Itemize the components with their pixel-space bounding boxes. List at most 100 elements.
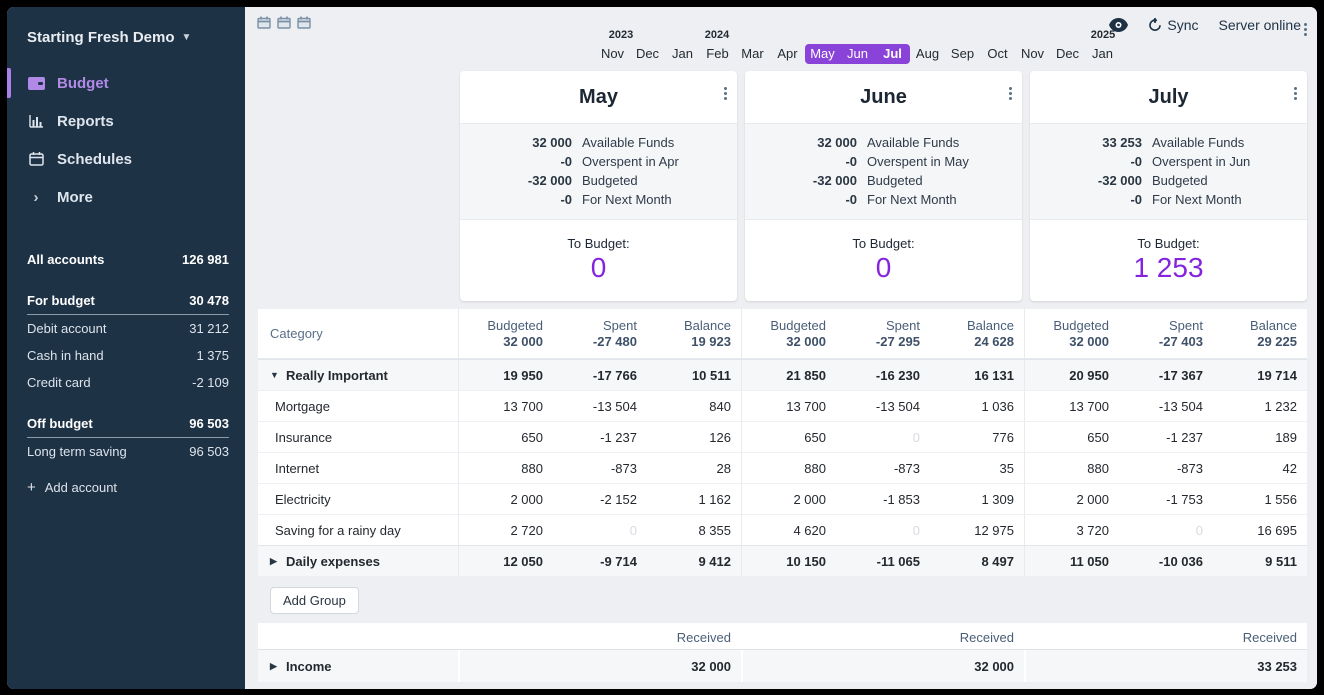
balance-cell[interactable]: 19 714 bbox=[1213, 360, 1307, 390]
sidebar-item-all-accounts[interactable]: All accounts 126 981 bbox=[27, 246, 229, 273]
spent-cell[interactable]: -1 237 bbox=[553, 422, 647, 452]
spent-cell[interactable]: -873 bbox=[836, 453, 930, 483]
budgeted-cell[interactable]: 650 bbox=[1025, 422, 1119, 452]
spent-cell[interactable]: -2 152 bbox=[553, 484, 647, 514]
category-name[interactable]: Insurance bbox=[275, 430, 332, 445]
expand-icon[interactable]: ▼ bbox=[270, 370, 279, 380]
account-row[interactable]: Cash in hand 1 375 bbox=[27, 342, 229, 369]
account-row[interactable]: Long term saving 96 503 bbox=[27, 438, 229, 465]
budgeted-cell[interactable]: 13 700 bbox=[1025, 391, 1119, 421]
server-status[interactable]: Server online bbox=[1219, 17, 1302, 33]
month-menu-icon[interactable] bbox=[724, 87, 727, 100]
balance-cell[interactable]: 1 309 bbox=[930, 484, 1024, 514]
month-strip-item-may-6[interactable]: May bbox=[805, 44, 840, 64]
income-group-label[interactable]: Income bbox=[286, 659, 332, 674]
month-strip-item-dec-13[interactable]: Dec bbox=[1050, 44, 1085, 64]
spent-cell[interactable]: 0 bbox=[836, 515, 930, 545]
balance-cell[interactable]: 16 695 bbox=[1213, 515, 1307, 545]
month-strip-item-dec-1[interactable]: Dec bbox=[630, 44, 665, 64]
budgeted-cell[interactable]: 2 720 bbox=[459, 515, 553, 545]
balance-cell[interactable]: 42 bbox=[1213, 453, 1307, 483]
budgeted-cell[interactable]: 11 050 bbox=[1025, 546, 1119, 576]
spent-cell[interactable]: -873 bbox=[1119, 453, 1213, 483]
privacy-eye-icon[interactable] bbox=[1109, 18, 1128, 32]
category-name[interactable]: Daily expenses bbox=[286, 554, 380, 569]
budgeted-cell[interactable]: 20 950 bbox=[1025, 360, 1119, 390]
balance-cell[interactable]: 12 975 bbox=[930, 515, 1024, 545]
balance-cell[interactable]: 776 bbox=[930, 422, 1024, 452]
sidebar-item-reports[interactable]: Reports bbox=[27, 102, 229, 140]
month-menu-icon[interactable] bbox=[1009, 87, 1012, 100]
spent-cell[interactable]: -1 237 bbox=[1119, 422, 1213, 452]
spent-cell[interactable]: -17 367 bbox=[1119, 360, 1213, 390]
budgeted-cell[interactable]: 880 bbox=[1025, 453, 1119, 483]
balance-cell[interactable]: 1 036 bbox=[930, 391, 1024, 421]
spent-cell[interactable]: -9 714 bbox=[553, 546, 647, 576]
budgeted-cell[interactable]: 880 bbox=[459, 453, 553, 483]
balance-cell[interactable]: 9 511 bbox=[1213, 546, 1307, 576]
month-strip-item-jan-14[interactable]: Jan bbox=[1085, 44, 1120, 64]
category-name[interactable]: Saving for a rainy day bbox=[275, 523, 401, 538]
to-budget-amount[interactable]: 0 bbox=[745, 253, 1022, 283]
month-strip-item-oct-11[interactable]: Oct bbox=[980, 44, 1015, 64]
balance-cell[interactable]: 35 bbox=[930, 453, 1024, 483]
spent-cell[interactable]: -17 766 bbox=[553, 360, 647, 390]
spent-cell[interactable]: -13 504 bbox=[1119, 391, 1213, 421]
month-view-icon-1[interactable] bbox=[257, 16, 271, 29]
spent-cell[interactable]: -13 504 bbox=[836, 391, 930, 421]
account-group-header[interactable]: Off budget96 503 bbox=[27, 410, 229, 438]
budgeted-cell[interactable]: 12 050 bbox=[459, 546, 553, 576]
month-strip-item-mar-4[interactable]: Mar bbox=[735, 44, 770, 64]
budgeted-cell[interactable]: 2 000 bbox=[459, 484, 553, 514]
spent-cell[interactable]: 0 bbox=[553, 515, 647, 545]
balance-cell[interactable]: 28 bbox=[647, 453, 741, 483]
balance-cell[interactable]: 8 497 bbox=[930, 546, 1024, 576]
spent-cell[interactable]: 0 bbox=[1119, 515, 1213, 545]
budgeted-cell[interactable]: 10 150 bbox=[742, 546, 836, 576]
spent-cell[interactable]: -1 753 bbox=[1119, 484, 1213, 514]
month-strip-item-sep-10[interactable]: Sep bbox=[945, 44, 980, 64]
month-strip-item-aug-9[interactable]: Aug bbox=[910, 44, 945, 64]
expand-icon[interactable]: ▶ bbox=[270, 661, 279, 672]
spent-cell[interactable]: -16 230 bbox=[836, 360, 930, 390]
spent-cell[interactable]: -1 853 bbox=[836, 484, 930, 514]
month-view-icon-2[interactable] bbox=[277, 16, 291, 29]
balance-cell[interactable]: 1 232 bbox=[1213, 391, 1307, 421]
category-name[interactable]: Electricity bbox=[275, 492, 331, 507]
category-name[interactable]: Internet bbox=[275, 461, 319, 476]
spent-cell[interactable]: -873 bbox=[553, 453, 647, 483]
budgeted-cell[interactable]: 4 620 bbox=[742, 515, 836, 545]
category-menu-icon[interactable] bbox=[1304, 23, 1307, 36]
month-strip-item-nov-0[interactable]: Nov bbox=[595, 44, 630, 64]
account-group-header[interactable]: For budget30 478 bbox=[27, 287, 229, 315]
sync-button[interactable]: Sync bbox=[1148, 17, 1198, 33]
account-row[interactable]: Credit card -2 109 bbox=[27, 369, 229, 396]
month-strip-item-nov-12[interactable]: Nov bbox=[1015, 44, 1050, 64]
month-view-icon-3[interactable] bbox=[297, 16, 311, 29]
budgeted-cell[interactable]: 650 bbox=[459, 422, 553, 452]
expand-icon[interactable]: ▶ bbox=[270, 556, 279, 567]
budgeted-cell[interactable]: 13 700 bbox=[742, 391, 836, 421]
budgeted-cell[interactable]: 19 950 bbox=[459, 360, 553, 390]
balance-cell[interactable]: 126 bbox=[647, 422, 741, 452]
month-strip-item-apr-5[interactable]: Apr bbox=[770, 44, 805, 64]
add-group-button[interactable]: Add Group bbox=[270, 587, 359, 614]
sidebar-item-budget[interactable]: Budget bbox=[27, 64, 229, 102]
balance-cell[interactable]: 1 162 bbox=[647, 484, 741, 514]
balance-cell[interactable]: 840 bbox=[647, 391, 741, 421]
balance-cell[interactable]: 1 556 bbox=[1213, 484, 1307, 514]
budgeted-cell[interactable]: 2 000 bbox=[742, 484, 836, 514]
spent-cell[interactable]: -13 504 bbox=[553, 391, 647, 421]
budgeted-cell[interactable]: 13 700 bbox=[459, 391, 553, 421]
add-account-button[interactable]: + Add account bbox=[27, 479, 229, 496]
balance-cell[interactable]: 16 131 bbox=[930, 360, 1024, 390]
account-row[interactable]: Debit account 31 212 bbox=[27, 315, 229, 342]
month-strip-item-feb-3[interactable]: Feb bbox=[700, 44, 735, 64]
balance-cell[interactable]: 8 355 bbox=[647, 515, 741, 545]
to-budget-amount[interactable]: 0 bbox=[460, 253, 737, 283]
budgeted-cell[interactable]: 880 bbox=[742, 453, 836, 483]
balance-cell[interactable]: 9 412 bbox=[647, 546, 741, 576]
budgeted-cell[interactable]: 2 000 bbox=[1025, 484, 1119, 514]
month-strip-item-jun-7[interactable]: Jun bbox=[840, 44, 875, 64]
sidebar-item-schedules[interactable]: Schedules bbox=[27, 140, 229, 178]
